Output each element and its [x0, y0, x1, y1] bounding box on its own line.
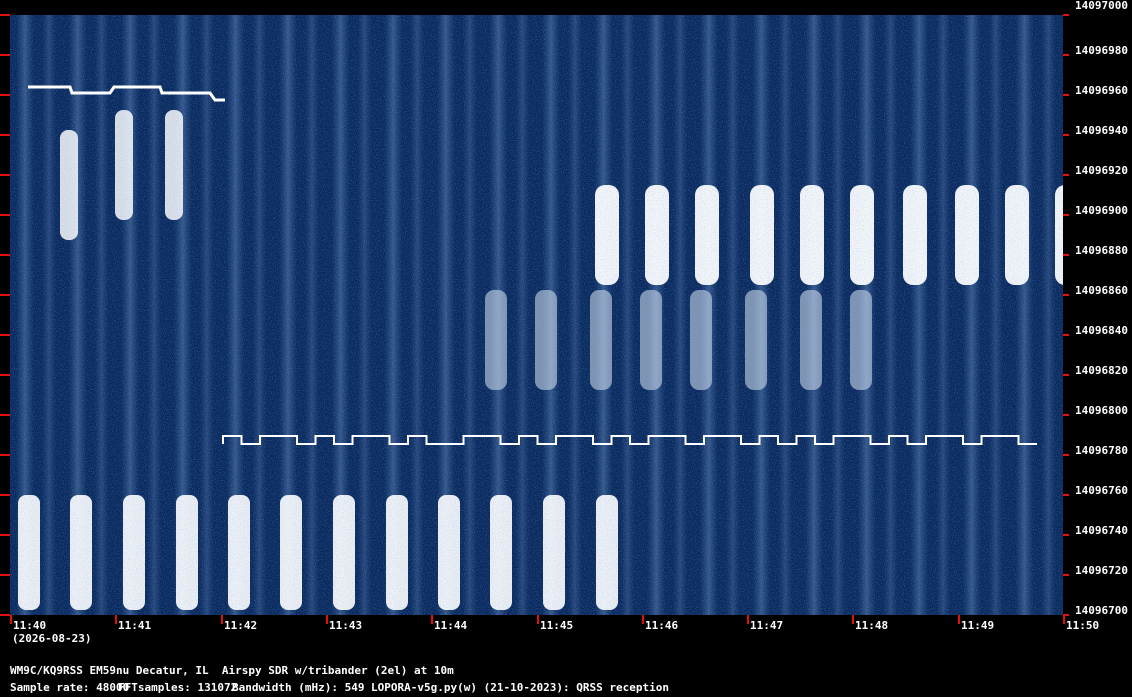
freq-label: 14096860	[1075, 284, 1128, 297]
freq-label: 14096720	[1075, 564, 1128, 577]
freq-tick-left	[0, 254, 10, 256]
freq-tick-right	[1063, 214, 1069, 216]
time-label: 11:48	[855, 619, 889, 632]
freq-label: 14096780	[1075, 444, 1128, 457]
freq-tick-right	[1063, 494, 1069, 496]
freq-label: 14096900	[1075, 204, 1128, 217]
time-tick	[1063, 615, 1065, 624]
freq-tick-right	[1063, 174, 1069, 176]
freq-tick-right	[1063, 374, 1069, 376]
freq-tick-left	[0, 574, 10, 576]
freq-tick-left	[0, 134, 10, 136]
time-tick	[221, 615, 223, 624]
fft-samples: FFTsamples: 131072	[118, 681, 238, 694]
freq-label: 14096960	[1075, 84, 1128, 97]
bandwidth: Bandwidth (mHz): 549	[232, 681, 365, 694]
freq-label: 14096740	[1075, 524, 1128, 537]
date-label: (2026-08-23)	[12, 632, 92, 645]
time-label: 11:43	[329, 619, 363, 632]
station-info: WM9C/KQ9RSS EM59nu Decatur, IL Airspy SD…	[10, 664, 454, 677]
time-tick	[852, 615, 854, 624]
freq-tick-right	[1063, 334, 1069, 336]
freq-label: 14096880	[1075, 244, 1128, 257]
freq-tick-right	[1063, 254, 1069, 256]
noise-texture	[10, 15, 1063, 615]
time-label: 11:44	[434, 619, 468, 632]
freq-label: 14096980	[1075, 44, 1128, 57]
freq-tick-left	[0, 334, 10, 336]
freq-label: 14096760	[1075, 484, 1128, 497]
freq-label: 14096800	[1075, 404, 1128, 417]
freq-tick-left	[0, 534, 10, 536]
freq-tick-left	[0, 294, 10, 296]
freq-tick-left	[0, 614, 10, 616]
freq-tick-right	[1063, 414, 1069, 416]
freq-tick-right	[1063, 534, 1069, 536]
freq-tick-left	[0, 454, 10, 456]
time-label: 11:49	[961, 619, 995, 632]
time-tick	[326, 615, 328, 624]
time-tick	[115, 615, 117, 624]
freq-tick-right	[1063, 574, 1069, 576]
time-label: 11:41	[118, 619, 152, 632]
time-tick	[431, 615, 433, 624]
freq-tick-right	[1063, 294, 1069, 296]
freq-tick-left	[0, 214, 10, 216]
freq-tick-left	[0, 374, 10, 376]
time-label: 11:40	[13, 619, 47, 632]
time-tick	[537, 615, 539, 624]
time-tick	[747, 615, 749, 624]
time-tick	[10, 615, 12, 624]
freq-tick-left	[0, 414, 10, 416]
time-label: 11:45	[540, 619, 574, 632]
freq-label: 14096840	[1075, 324, 1128, 337]
freq-label: 14096700	[1075, 604, 1128, 617]
time-label: 11:50	[1066, 619, 1100, 632]
time-label: 11:42	[224, 619, 258, 632]
freq-tick-right	[1063, 134, 1069, 136]
freq-tick-right	[1063, 94, 1069, 96]
freq-label: 14097000	[1075, 0, 1128, 12]
freq-label: 14096940	[1075, 124, 1128, 137]
waterfall-svg	[10, 15, 1063, 615]
time-label: 11:47	[750, 619, 784, 632]
freq-tick-left	[0, 14, 10, 16]
freq-tick-right	[1063, 14, 1069, 16]
freq-tick-left	[0, 94, 10, 96]
freq-tick-right	[1063, 54, 1069, 56]
sample-rate: Sample rate: 48000	[10, 681, 130, 694]
freq-tick-right	[1063, 454, 1069, 456]
time-label: 11:46	[645, 619, 679, 632]
freq-label: 14096920	[1075, 164, 1128, 177]
freq-tick-left	[0, 54, 10, 56]
freq-tick-left	[0, 174, 10, 176]
software-info: LOPORA-v5g.py(w) (21-10-2023): QRSS rece…	[371, 681, 670, 694]
waterfall-spectrogram[interactable]	[10, 15, 1063, 615]
time-tick	[642, 615, 644, 624]
freq-tick-left	[0, 494, 10, 496]
freq-label: 14096820	[1075, 364, 1128, 377]
time-tick	[958, 615, 960, 624]
